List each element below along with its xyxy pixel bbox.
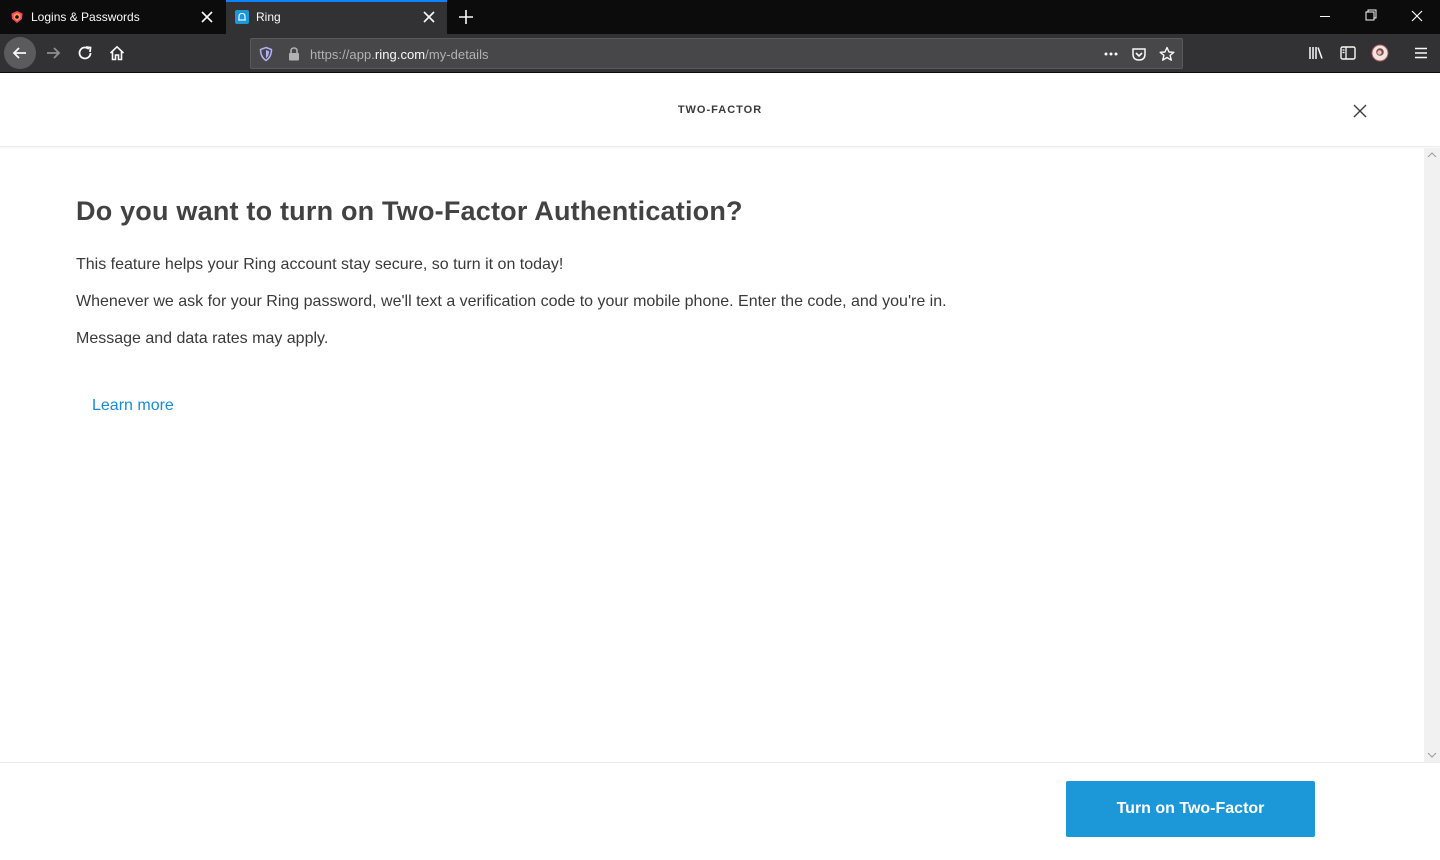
scroll-up-icon[interactable]: [1427, 151, 1437, 159]
arrow-right-icon: [47, 47, 61, 59]
nav-toolbar: https://app.ring.com/my-details: [0, 34, 1440, 73]
tab-ring[interactable]: Ring: [226, 0, 447, 34]
reload-button[interactable]: [69, 37, 101, 69]
turn-on-two-factor-button[interactable]: Turn on Two-Factor: [1066, 781, 1315, 837]
page: TWO-FACTOR Do you want to turn on Two-Fa…: [0, 74, 1440, 860]
lock-icon[interactable]: [286, 46, 302, 62]
url-host: ring.com: [374, 47, 426, 62]
restore-icon[interactable]: [1348, 0, 1394, 34]
forward-button[interactable]: [37, 37, 69, 69]
minimize-icon[interactable]: [1302, 0, 1348, 34]
tab-label: Ring: [256, 10, 281, 24]
description-paragraph: Whenever we ask for your Ring password, …: [76, 293, 947, 310]
tracking-shield-icon[interactable]: [258, 46, 274, 62]
url-text[interactable]: https://app.ring.com/my-details: [310, 47, 489, 62]
description-paragraph: This feature helps your Ring account sta…: [76, 256, 564, 273]
close-window-icon[interactable]: [1394, 0, 1440, 34]
lockwise-icon: [11, 11, 23, 23]
hamburger-menu-icon[interactable]: [1412, 44, 1430, 62]
new-tab-icon[interactable]: [456, 7, 476, 27]
home-button[interactable]: [101, 37, 133, 69]
close-tab-icon[interactable]: [200, 10, 214, 24]
scrollbar[interactable]: [1424, 148, 1440, 762]
library-icon[interactable]: [1307, 44, 1325, 62]
close-icon[interactable]: [1350, 101, 1370, 121]
ring-bell-icon: [235, 10, 249, 24]
home-icon: [109, 45, 125, 61]
modal-title: TWO-FACTOR: [677, 104, 763, 116]
description-paragraph: Message and data rates may apply.: [76, 330, 329, 347]
modal-footer: Turn on Two-Factor: [0, 762, 1440, 860]
tab-strip: Logins & Passwords Ring: [0, 0, 1440, 34]
reload-icon: [78, 46, 92, 60]
account-avatar-icon[interactable]: [1371, 44, 1389, 62]
url-path: /my-details: [425, 47, 489, 62]
url-prefix: https://app.: [310, 47, 375, 62]
sidebar-icon[interactable]: [1339, 44, 1357, 62]
modal-body: Do you want to turn on Two-Factor Authen…: [0, 148, 1424, 762]
bookmark-star-icon[interactable]: [1159, 46, 1175, 62]
page-heading: Do you want to turn on Two-Factor Authen…: [76, 196, 743, 226]
page-actions-icon[interactable]: [1103, 46, 1119, 62]
url-bar[interactable]: https://app.ring.com/my-details: [250, 38, 1183, 69]
learn-more-link[interactable]: Learn more: [92, 397, 174, 415]
scroll-down-icon[interactable]: [1427, 751, 1437, 759]
back-button[interactable]: [4, 37, 36, 69]
close-tab-icon[interactable]: [422, 10, 436, 24]
tab-label: Logins & Passwords: [31, 10, 140, 24]
modal-header: TWO-FACTOR: [0, 74, 1440, 147]
arrow-left-icon: [12, 47, 26, 59]
tab-logins-passwords[interactable]: Logins & Passwords: [0, 0, 225, 34]
pocket-icon[interactable]: [1131, 46, 1147, 62]
